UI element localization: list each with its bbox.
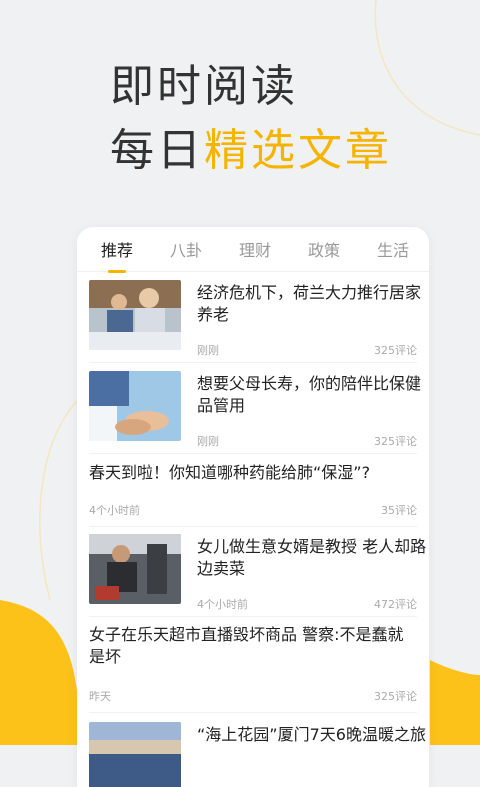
article-title: 经济危机下，荷兰大力推行居家养老 [197,283,422,324]
article-comments: 472评论 [374,598,417,611]
article-time: 4个小时前 [197,598,248,611]
article-item[interactable]: “海上花园”厦门7天6晚温暖之旅 [89,722,426,787]
category-tabs: 推荐 八卦 理财 政策 生活 [77,227,429,272]
article-title: 女子在乐天超市直播毁坏商品 警察:不是蠢就是坏 [89,625,404,666]
hero-line-2: 每日精选文章 [110,124,392,178]
article-time: 刚刚 [197,344,219,357]
tab-finance[interactable]: 理财 [239,237,271,261]
article-comments: 325评论 [374,690,417,703]
article-item[interactable]: 经济危机下，荷兰大力推行居家养老 刚刚 325评论 [89,280,421,363]
holding-hands-photo [89,371,181,441]
article-time: 4个小时前 [89,504,140,517]
tab-life[interactable]: 生活 [377,237,409,261]
article-item[interactable]: 春天到啦！你知道哪种药能给肺“保湿”? 4个小时前 35评论 [89,462,417,527]
elderly-couple-photo [89,280,181,350]
article-comments: 325评论 [374,344,417,357]
hero-heading: 即时阅读 每日精选文章 [110,60,392,178]
news-card: 推荐 八卦 理财 政策 生活 经济危机下，荷兰大力推行居家养老 刚刚 325评论 [77,227,429,787]
article-time: 刚刚 [197,435,219,448]
street-vendor-photo [89,534,181,604]
article-title: 女儿做生意女婿是教授 老人却路边卖菜 [197,537,427,578]
article-item[interactable]: 女儿做生意女婿是教授 老人却路边卖菜 4个小时前 472评论 [89,534,426,617]
tab-gossip[interactable]: 八卦 [170,237,202,261]
hero-line-2-prefix: 每日 [110,125,204,176]
article-comments: 325评论 [374,435,417,448]
article-item[interactable]: 女子在乐天超市直播毁坏商品 警察:不是蠢就是坏 昨天 325评论 [89,624,417,713]
hero-line-2-accent: 精选文章 [204,125,392,176]
article-time: 昨天 [89,690,111,703]
article-comments: 35评论 [381,504,417,517]
article-title: 春天到啦！你知道哪种药能给肺“保湿”? [89,463,371,482]
tab-recommend[interactable]: 推荐 [101,237,133,261]
article-title: “海上花园”厦门7天6晚温暖之旅 [197,725,426,744]
hero-line-1: 即时阅读 [110,61,298,112]
sea-sky-photo [89,722,181,787]
article-title: 想要父母长寿，你的陪伴比保健品管用 [197,374,422,415]
article-item[interactable]: 想要父母长寿，你的陪伴比保健品管用 刚刚 325评论 [89,371,421,454]
tab-policy[interactable]: 政策 [308,237,340,261]
